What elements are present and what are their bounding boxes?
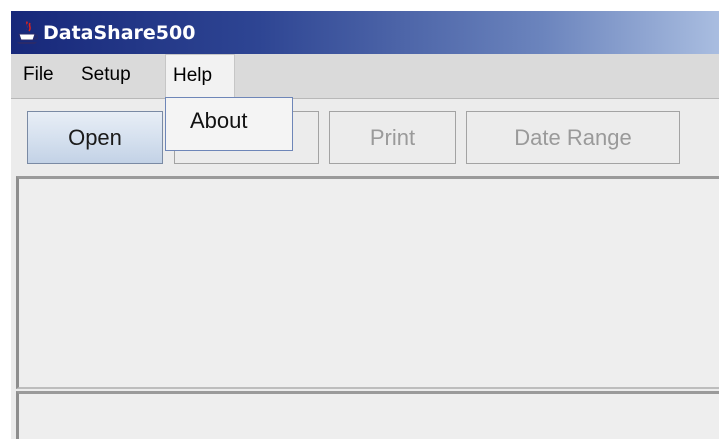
date-range-button[interactable]: Date Range: [466, 111, 680, 164]
menu-file[interactable]: File: [16, 54, 61, 98]
main-content-panel: [16, 176, 719, 389]
menu-bar: File Setup Help: [11, 54, 719, 99]
menu-setup[interactable]: Setup: [74, 54, 138, 98]
print-button[interactable]: Print: [329, 111, 456, 164]
title-bar[interactable]: DataShare500: [11, 11, 719, 54]
window-title: DataShare500: [43, 22, 196, 44]
menu-item-about[interactable]: About: [190, 108, 248, 134]
status-panel: [16, 391, 719, 439]
java-cup-icon: [17, 21, 38, 44]
help-dropdown-menu: About: [165, 97, 293, 151]
open-button[interactable]: Open: [27, 111, 163, 164]
menu-help[interactable]: Help: [165, 54, 235, 98]
app-window: DataShare500 File Setup Help Open Print …: [11, 11, 719, 439]
